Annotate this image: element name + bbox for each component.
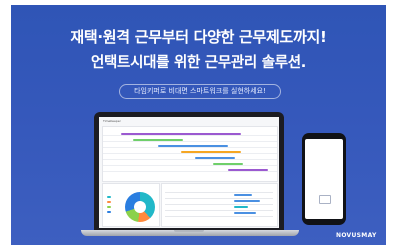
gantt-row-line xyxy=(103,141,277,142)
legend-swatch xyxy=(107,206,111,208)
table-progress-bar xyxy=(234,200,260,202)
gantt-bar xyxy=(228,169,268,171)
laptop-mockup: TimeKeeper xyxy=(94,112,284,230)
app-title: TimeKeeper xyxy=(103,119,121,123)
promo-banner: 재택·원격 근무부터 다양한 근무제도까지! 언택트시대를 위한 근무관리 솔루… xyxy=(11,5,386,245)
gantt-row-line xyxy=(103,171,277,172)
gantt-row-line xyxy=(103,159,277,160)
brand-logo: NOVUSMAY xyxy=(336,232,377,239)
gantt-bar xyxy=(213,163,243,165)
table-progress-bar xyxy=(234,194,252,196)
gantt-bar xyxy=(158,145,228,147)
table-progress-bar xyxy=(234,206,248,208)
legend-swatch xyxy=(107,196,111,198)
subheadline-pill: 타임키퍼로 비대면 스마트워크를 실현하세요! xyxy=(119,84,281,99)
donut-chart xyxy=(125,192,155,222)
table-row-line xyxy=(165,204,273,205)
gantt-bar xyxy=(121,133,241,135)
gantt-bar xyxy=(195,157,235,159)
table-panel xyxy=(161,183,278,227)
gantt-row-line xyxy=(103,165,277,166)
headline-line-2: 언택트시대를 위한 근무관리 솔루션. xyxy=(90,55,307,71)
phone-checkin-button xyxy=(319,195,331,204)
legend-swatch xyxy=(107,201,111,203)
table-row-line xyxy=(165,192,273,193)
laptop-notch xyxy=(174,230,204,232)
phone-screen xyxy=(305,139,343,219)
table-progress-bar xyxy=(234,212,256,214)
donut-chart-panel xyxy=(102,183,160,227)
table-row-line xyxy=(165,210,273,211)
donut-hole xyxy=(134,201,146,213)
phone-mockup xyxy=(302,133,346,225)
gantt-bar xyxy=(133,139,183,141)
gantt-chart-panel xyxy=(102,126,278,182)
laptop-screen-content: TimeKeeper xyxy=(99,117,279,228)
gantt-row-line xyxy=(103,135,277,136)
gantt-bar xyxy=(181,151,241,153)
table-row-line xyxy=(165,216,273,217)
table-row-line xyxy=(165,198,273,199)
gantt-row-line xyxy=(103,153,277,154)
headline-line-1: 재택·원격 근무부터 다양한 근무제도까지! xyxy=(70,28,327,46)
legend-swatch xyxy=(107,211,111,213)
gantt-row-line xyxy=(103,147,277,148)
